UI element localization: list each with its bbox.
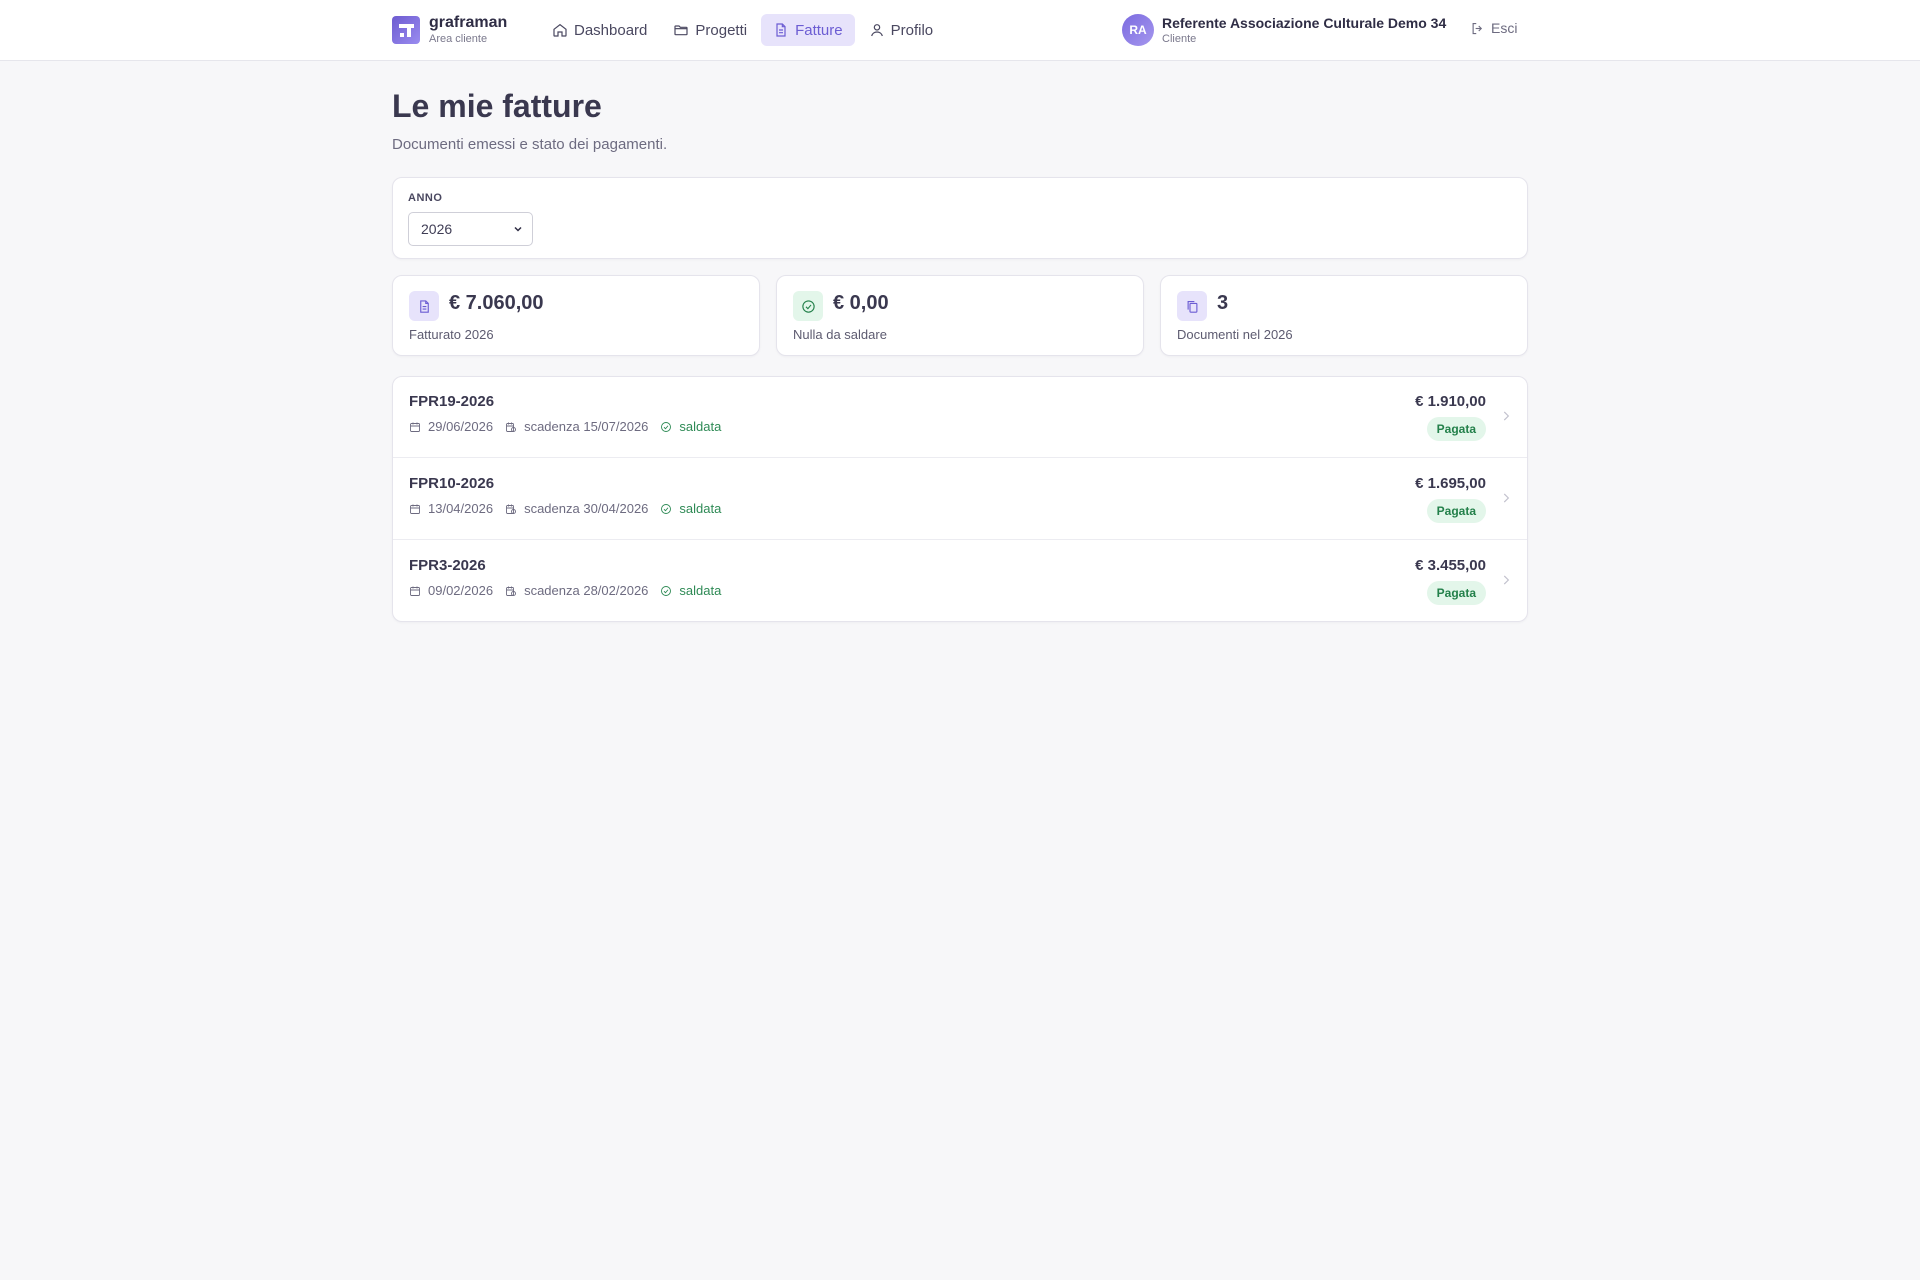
chevron-right-icon — [1503, 575, 1510, 585]
invoice-amount: € 3.455,00 — [1415, 557, 1486, 574]
user-role: Cliente — [1162, 32, 1197, 45]
logout-icon — [1472, 22, 1483, 34]
invoice-number: FPR10-2026 — [409, 475, 495, 492]
calendar-icon — [410, 422, 420, 432]
check-circle-icon — [661, 503, 672, 514]
year-select-value: 2026 — [421, 221, 453, 237]
invoice-amount: € 1.910,00 — [1415, 393, 1486, 410]
document-icon — [419, 299, 429, 313]
stat-label: Nulla da saldare — [793, 327, 887, 342]
page-subtitle: Documenti emessi e stato dei pagamenti. — [392, 136, 668, 153]
stat-icon-wrap — [793, 291, 823, 321]
brand[interactable]: graframan Area cliente — [392, 14, 507, 46]
invoice-due: scadenza 30/04/2026 — [524, 501, 649, 516]
nav-item-label: Profilo — [890, 21, 934, 39]
brand-subtitle: Area cliente — [429, 33, 488, 45]
calendar-icon — [410, 586, 420, 596]
invoice-meta: 13/04/2026 scadenza 30/04/2026 saldata — [409, 501, 733, 516]
invoice-due: scadenza 28/02/2026 — [524, 583, 649, 598]
logout-button[interactable]: Esci — [1470, 20, 1517, 36]
status-badge: Pagata — [1426, 581, 1486, 605]
check-circle-icon — [661, 421, 672, 432]
stat-value: € 7.060,00 — [449, 292, 544, 314]
calendar-clock-icon — [506, 504, 517, 514]
nav-item-progetti[interactable]: Progetti — [661, 14, 759, 46]
stat-value: 3 — [1217, 292, 1229, 314]
document-icon — [776, 23, 786, 37]
folder-icon — [674, 25, 688, 36]
filter-card: ANNO 2026 — [392, 177, 1528, 259]
invoice-number: FPR19-2026 — [409, 393, 495, 410]
stat-card-documenti: 3 Documenti nel 2026 — [1160, 275, 1528, 356]
invoice-amount: € 1.695,00 — [1415, 475, 1486, 492]
invoice-list: FPR19-2026 29/06/2026 scadenza 15/07/202… — [392, 376, 1528, 622]
logout-label: Esci — [1491, 20, 1518, 36]
calendar-icon — [410, 504, 420, 514]
year-select[interactable]: 2026 — [408, 212, 533, 246]
stat-label: Fatturato 2026 — [409, 327, 494, 342]
status-badge: Pagata — [1426, 499, 1486, 523]
year-filter-label: ANNO — [408, 192, 443, 204]
invoice-payment-status: saldata — [679, 419, 722, 434]
invoice-meta: 09/02/2026 scadenza 28/02/2026 saldata — [409, 583, 733, 598]
nav-item-label: Dashboard — [574, 21, 648, 39]
invoice-date: 13/04/2026 — [428, 501, 494, 516]
nav-item-dashboard[interactable]: Dashboard — [540, 14, 659, 46]
user-menu[interactable]: RA Referente Associazione Culturale Demo… — [1122, 14, 1446, 46]
invoice-row[interactable]: FPR3-2026 09/02/2026 scadenza 28/02/2026… — [393, 541, 1527, 621]
nav-item-fatture[interactable]: Fatture — [761, 14, 855, 46]
invoice-payment-status: saldata — [679, 583, 722, 598]
avatar: RA — [1122, 14, 1154, 46]
invoice-number: FPR3-2026 — [409, 557, 486, 574]
chevron-down-icon — [514, 226, 522, 232]
invoice-row[interactable]: FPR10-2026 13/04/2026 scadenza 30/04/202… — [393, 459, 1527, 540]
brand-name: graframan — [429, 14, 508, 31]
user-icon — [870, 24, 883, 37]
invoice-date: 09/02/2026 — [428, 583, 494, 598]
stat-card-da-saldare: € 0,00 Nulla da saldare — [776, 275, 1144, 356]
invoice-row[interactable]: FPR19-2026 29/06/2026 scadenza 15/07/202… — [393, 377, 1527, 458]
chevron-right-icon — [1503, 493, 1510, 503]
top-navbar: graframan Area cliente Dashboard Progett… — [0, 0, 1920, 61]
home-icon — [553, 23, 567, 37]
invoice-payment-status: saldata — [679, 501, 722, 516]
stat-icon-wrap — [409, 291, 439, 321]
invoice-date: 29/06/2026 — [428, 419, 494, 434]
invoice-due: scadenza 15/07/2026 — [524, 419, 649, 434]
stat-card-fatturato: € 7.060,00 Fatturato 2026 — [392, 275, 760, 356]
calendar-clock-icon — [506, 586, 517, 596]
nav-item-label: Progetti — [695, 21, 748, 39]
calendar-clock-icon — [506, 422, 517, 432]
page-title: Le mie fatture — [392, 88, 602, 124]
check-circle-icon — [801, 299, 815, 313]
brand-logo-icon — [392, 16, 420, 44]
check-circle-icon — [661, 585, 672, 596]
stat-value: € 0,00 — [833, 292, 889, 314]
main-nav: Dashboard Progetti Fatture Profilo — [540, 14, 947, 46]
invoice-meta: 29/06/2026 scadenza 15/07/2026 saldata — [409, 419, 733, 434]
nav-item-label: Fatture — [795, 21, 843, 39]
status-badge: Pagata — [1426, 417, 1486, 441]
stat-label: Documenti nel 2026 — [1177, 327, 1293, 342]
user-name: Referente Associazione Culturale Demo 34 — [1162, 14, 1447, 31]
chevron-right-icon — [1503, 411, 1510, 421]
stat-icon-wrap — [1177, 291, 1207, 321]
copy-icon — [1187, 300, 1197, 313]
nav-item-profilo[interactable]: Profilo — [857, 14, 946, 46]
